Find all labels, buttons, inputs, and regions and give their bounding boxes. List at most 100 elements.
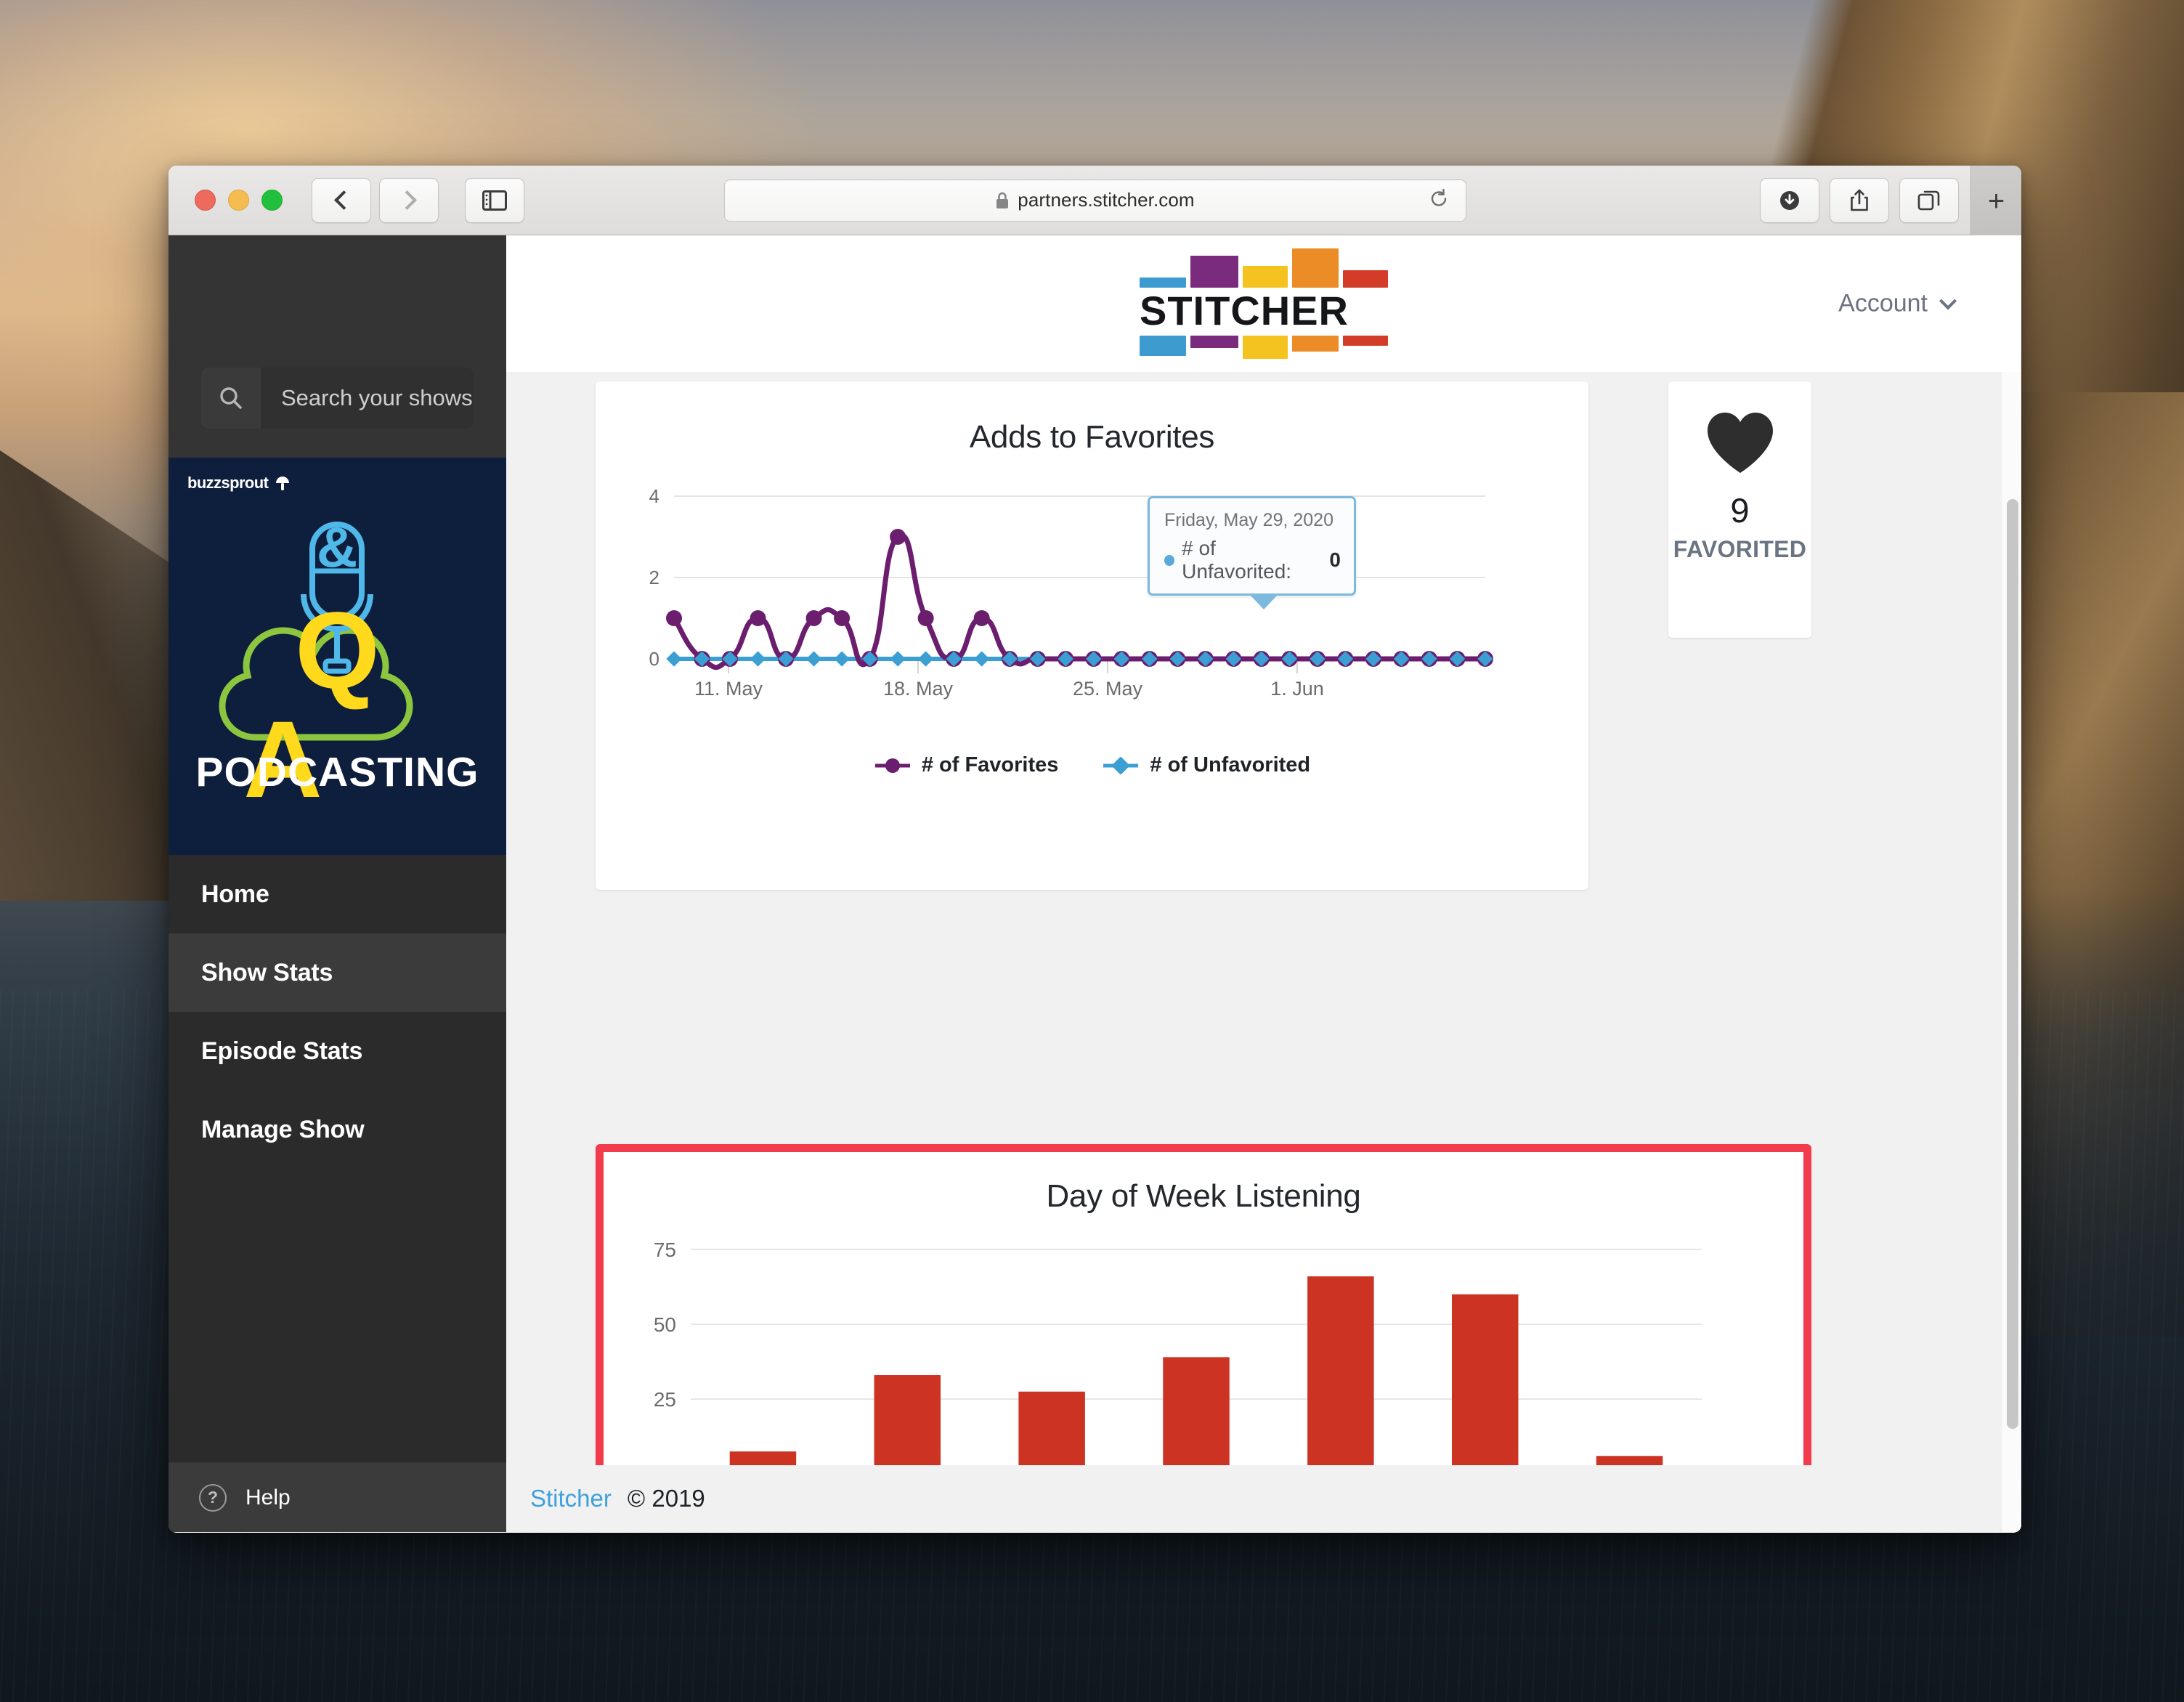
podcast-artwork[interactable]: buzzsprout & [169,458,506,855]
legend-label: # of Unfavorited [1150,753,1310,777]
account-menu[interactable]: Account [1838,290,1952,318]
artwork-title: PODCASTING [169,748,506,796]
favorites-series-markers [666,529,1493,667]
legend-marker-circle-icon [874,757,912,774]
sidebar-item-label: Episode Stats [201,1037,362,1066]
legend-item-unfavorited[interactable]: # of Unfavorited [1102,753,1310,777]
favorites-chart-legend: # of Favorites # of Unfavorited [596,753,1588,777]
toolbar-right-buttons [1760,178,1959,223]
chart-tooltip: Friday, May 29, 2020 # of Unfavorited: 0 [1148,496,1356,609]
forward-button[interactable] [379,178,439,223]
tab-overview-button[interactable] [1899,178,1959,223]
vertical-scrollbar[interactable] [2001,372,2021,1532]
sidebar-toggle-wrap [465,178,524,223]
bar[interactable] [1452,1294,1518,1474]
unfavorited-data-point[interactable] [750,651,766,666]
back-button[interactable] [312,178,371,223]
share-button[interactable] [1830,178,1889,223]
svg-text:75: 75 [654,1239,676,1261]
svg-text:25: 25 [654,1388,676,1411]
page-body: buzzsprout & [169,235,2021,1532]
bar[interactable] [1018,1392,1084,1474]
sidebar-item-label: Manage Show [201,1116,365,1144]
unfavorited-data-point[interactable] [890,651,906,666]
unfavorited-data-point[interactable] [834,651,849,666]
favorites-data-point[interactable] [918,610,934,626]
buzzsprout-watermark: buzzsprout [187,474,292,493]
legend-label: # of Favorites [922,753,1059,777]
sidebar-toggle-button[interactable] [465,178,524,223]
plus-icon: + [1988,187,2005,216]
bar[interactable] [1163,1357,1229,1474]
reload-icon [1428,187,1450,209]
new-tab-button[interactable]: + [1970,166,2021,236]
close-window-button[interactable] [195,190,216,211]
favorites-data-point[interactable] [666,610,682,626]
downloads-button[interactable] [1760,178,1819,223]
tab-overview-icon [1917,190,1941,211]
chevron-left-icon [334,190,354,210]
sidebar-item-label: Home [201,880,269,909]
svg-text:2: 2 [649,567,659,588]
favorites-data-point[interactable] [834,610,850,626]
unfavorited-data-point[interactable] [666,651,681,666]
scroll-area: Adds to Favorites 4 [506,372,2021,1532]
chevron-down-icon [1939,292,1957,309]
unfavorited-data-point[interactable] [918,651,933,666]
browser-toolbar: partners.stitcher.com [169,166,2021,235]
bar[interactable] [1307,1276,1373,1474]
main-content: STITCHER Account [506,235,2021,1532]
chevron-right-icon [397,190,417,210]
sidebar-item-show-stats[interactable]: Show Stats [169,933,506,1012]
logo-bars-top [1140,256,1388,288]
sidebar-item-label: Show Stats [201,959,333,987]
sidebar-help-button[interactable]: ? Help [169,1462,506,1532]
favorited-caption: FAVORITED [1673,536,1806,563]
legend-item-favorites[interactable]: # of Favorites [874,753,1059,777]
tooltip-label: # of Unfavorited: [1182,537,1322,583]
sidebar-item-episode-stats[interactable]: Episode Stats [169,1012,506,1090]
question-mark-icon: ? [199,1484,227,1512]
search-box[interactable] [201,368,474,429]
minimize-window-button[interactable] [228,190,249,211]
footer-stitcher-link[interactable]: Stitcher [530,1485,612,1512]
address-bar[interactable]: partners.stitcher.com [724,179,1466,222]
svg-text:4: 4 [649,485,659,507]
reload-button[interactable] [1428,187,1450,213]
sidebar-nav: Home Show Stats Episode Stats Manage Sho… [169,855,506,1462]
account-label: Account [1838,290,1928,318]
sidebar: buzzsprout & [169,235,506,1532]
search-wrap [169,368,506,458]
bar[interactable] [874,1375,941,1474]
search-input[interactable] [261,385,474,411]
favorites-chart-svg: 4 2 0 11. [596,480,1588,720]
favorites-data-point[interactable] [974,610,990,626]
maximize-window-button[interactable] [261,190,283,211]
scrollbar-thumb[interactable] [2007,499,2018,1429]
sidebar-item-manage-show[interactable]: Manage Show [169,1090,506,1169]
favorites-data-point[interactable] [750,610,766,626]
gridlines [674,496,1485,659]
unfavorited-data-point[interactable] [974,651,989,666]
svg-text:1. Jun: 1. Jun [1270,678,1324,700]
stitcher-logo[interactable]: STITCHER [1140,256,1388,352]
buzzsprout-label: buzzsprout [187,474,268,493]
favorites-data-point[interactable] [890,529,906,545]
x-axis-labels: 11. May 18. May 25. May 1. Jun [694,678,1324,700]
sidebar-help-label: Help [245,1486,291,1510]
unfavorited-data-point[interactable] [806,651,821,666]
heart-icon [1705,410,1776,474]
y-axis-labels: 75 50 25 0 [654,1239,676,1486]
chart-title-day-of-week: Day of Week Listening [604,1152,1803,1215]
favorites-line-chart[interactable]: 4 2 0 11. [596,480,1588,720]
chart-title-favorites: Adds to Favorites [596,381,1588,455]
search-icon-container [201,368,261,429]
favorited-stat-card: 9 FAVORITED [1668,381,1811,638]
url-text: partners.stitcher.com [1018,189,1194,211]
favorited-count: 9 [1730,490,1749,530]
tooltip-date: Friday, May 29, 2020 [1164,510,1341,531]
legend-marker-diamond-icon [1102,757,1140,774]
logo-bars-bottom [1140,336,1388,352]
favorites-data-point[interactable] [806,610,822,626]
sidebar-item-home[interactable]: Home [169,855,506,933]
